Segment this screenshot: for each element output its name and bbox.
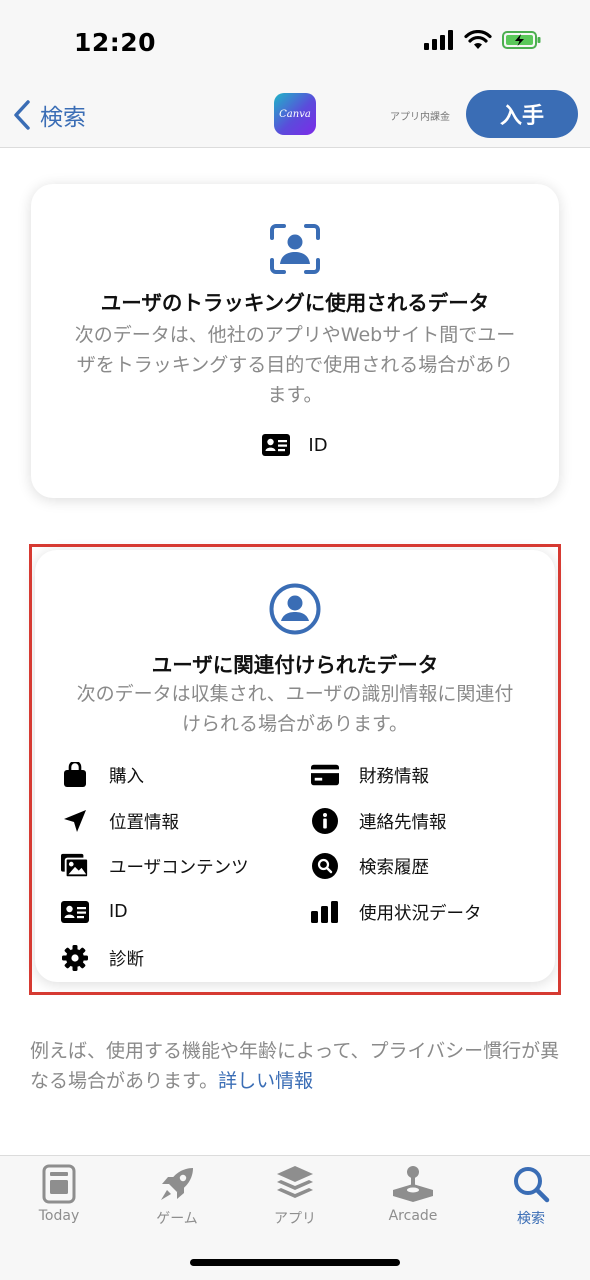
credit-card-icon <box>311 761 339 789</box>
status-icons <box>424 30 542 50</box>
location-arrow-icon <box>61 807 89 835</box>
linked-item-label: 診断 <box>109 949 144 970</box>
status-bar: 12:20 <box>0 0 590 88</box>
chevron-left-icon <box>14 100 30 130</box>
linked-item-label: 検索履歴 <box>359 857 429 878</box>
tab-label: ゲーム <box>156 1211 198 1227</box>
info-icon <box>311 807 339 835</box>
linked-item-diagnostics: 診断 <box>61 944 144 972</box>
photos-icon <box>61 852 89 880</box>
tracking-data-card: ユーザのトラッキングに使用されるデータ 次のデータは、他社のアプリやWebサイト… <box>31 184 559 498</box>
signal-icon <box>424 30 453 50</box>
linked-item-financial: 財務情報 <box>311 761 429 789</box>
battery-icon <box>502 31 541 49</box>
linked-item-label: ID <box>109 902 128 922</box>
today-icon <box>42 1164 76 1204</box>
id-card-icon <box>262 434 291 456</box>
linked-data-card: ユーザに関連付けられたデータ 次のデータは収集され、ユーザの識別情報に関連付けら… <box>35 550 555 982</box>
back-button[interactable]: 検索 <box>12 98 86 132</box>
id-card-icon <box>61 898 89 926</box>
linked-item-search-history: 検索履歴 <box>311 852 429 880</box>
tab-arcade[interactable]: Arcade <box>358 1164 468 1224</box>
linked-item-label: 財務情報 <box>359 766 429 787</box>
linked-item-purchases: 購入 <box>61 761 144 789</box>
linked-item-label: 購入 <box>109 766 144 787</box>
rocket-icon <box>161 1168 193 1200</box>
tracking-title: ユーザのトラッキングに使用されるデータ <box>100 291 490 315</box>
linked-item-label: ユーザコンテンツ <box>109 857 249 878</box>
joystick-icon <box>393 1166 433 1202</box>
tab-today[interactable]: Today <box>4 1164 114 1224</box>
shopping-bag-icon <box>61 761 89 789</box>
tab-label: Today <box>38 1208 80 1224</box>
bar-chart-icon <box>311 898 339 926</box>
search-icon <box>311 852 339 880</box>
tab-label: アプリ <box>274 1211 316 1227</box>
get-button[interactable]: 入手 <box>466 90 578 138</box>
search-icon <box>514 1167 550 1203</box>
linked-title: ユーザに関連付けられたデータ <box>151 653 439 677</box>
footnote: 例えば、使用する機能や年齢によって、プライバシー慣行が異なる場合があります。詳し… <box>30 1036 570 1096</box>
tab-label: Arcade <box>388 1208 438 1224</box>
linked-item-id: ID <box>61 898 128 926</box>
tab-search[interactable]: 検索 <box>476 1164 586 1228</box>
linked-item-contact-info: 連絡先情報 <box>311 807 447 835</box>
status-time: 12:20 <box>74 28 157 57</box>
linked-description: 次のデータは収集され、ユーザの識別情報に関連付けられる場合があります。 <box>76 683 514 735</box>
tracking-item-id: ID <box>31 434 559 456</box>
in-app-purchase-label: アプリ内課金 <box>390 112 450 123</box>
linked-item-location: 位置情報 <box>61 807 179 835</box>
tracking-face-icon <box>270 224 320 274</box>
linked-item-label: 連絡先情報 <box>359 812 447 833</box>
linked-item-user-content: ユーザコンテンツ <box>61 852 249 880</box>
tab-label: 検索 <box>517 1211 545 1227</box>
nav-bar: 検索 Canva アプリ内課金 入手 <box>0 88 590 148</box>
user-circle-icon <box>269 583 321 635</box>
tab-games[interactable]: ゲーム <box>122 1164 232 1228</box>
app-icon: Canva <box>274 93 316 135</box>
home-indicator[interactable] <box>190 1259 400 1266</box>
layers-icon <box>277 1166 313 1198</box>
app-icon-label: Canva <box>279 108 311 120</box>
gear-icon <box>61 944 89 972</box>
linked-item-label: 位置情報 <box>109 812 179 833</box>
tab-apps[interactable]: アプリ <box>240 1164 350 1228</box>
tracking-item-label: ID <box>308 434 328 456</box>
linked-item-label: 使用状況データ <box>359 903 482 924</box>
back-label: 検索 <box>40 105 86 131</box>
wifi-icon <box>464 30 492 49</box>
tracking-description: 次のデータは、他社のアプリやWebサイト間でユーザをトラッキングする目的で使用さ… <box>74 324 516 406</box>
linked-item-usage-data: 使用状況データ <box>311 898 482 926</box>
learn-more-link[interactable]: 詳しい情報 <box>218 1070 313 1092</box>
